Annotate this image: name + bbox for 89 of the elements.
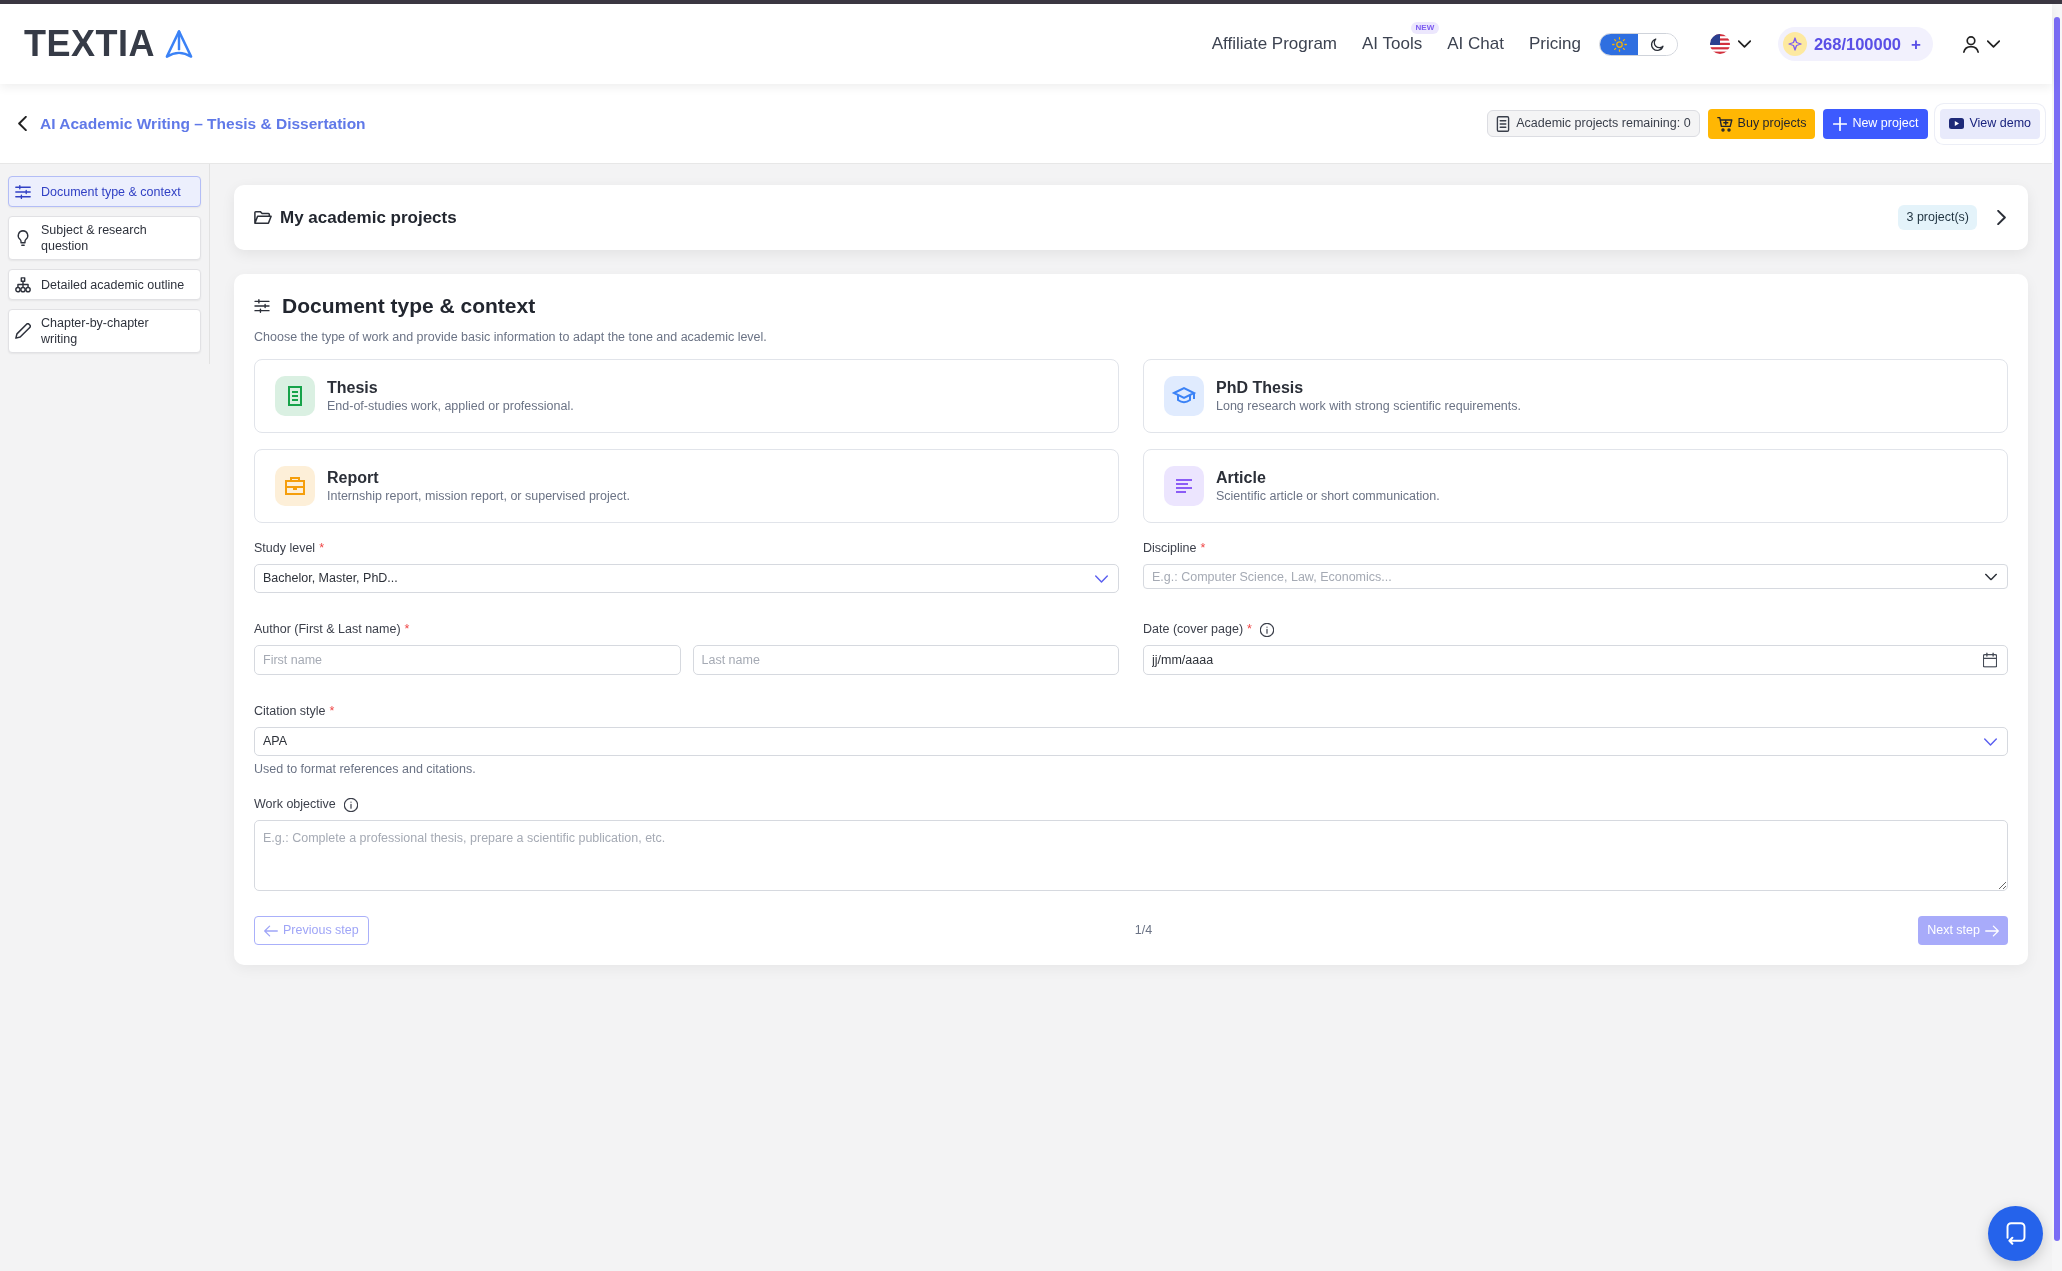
field-label: Citation style — [254, 704, 326, 719]
option-title: Report — [327, 468, 380, 487]
chevron-down-icon — [1984, 737, 1997, 746]
option-title: Thesis — [327, 378, 379, 397]
chevron-down-icon — [1095, 574, 1108, 583]
dropdown-field[interactable]: E.g.: Computer Science, Law, Economics... — [1143, 564, 2008, 589]
step-nav-item[interactable]: Subject & research question — [8, 216, 201, 260]
select-field[interactable]: Bachelor, Master, PhD... — [254, 564, 1119, 593]
field-label: Work objective — [254, 797, 336, 812]
arrow-right-icon — [1985, 924, 1999, 937]
caret-icon — [1987, 40, 2000, 48]
chat-icon — [2004, 1222, 2027, 1245]
sliders-icon — [254, 299, 270, 313]
plus-icon — [1833, 116, 1848, 131]
field-label: Discipline — [1143, 541, 1197, 556]
logo-text: TEXTIA — [24, 26, 155, 62]
project-count-badge: 3 project(s) — [1898, 205, 1977, 230]
graduation-cap-icon — [1164, 376, 1204, 416]
required-mark: * — [404, 622, 410, 637]
flag-icon — [1709, 34, 1730, 54]
option-description: Scientific article or short communication. — [1216, 489, 1440, 504]
arrow-left-icon — [264, 924, 278, 937]
user-icon — [1963, 35, 1979, 53]
remaining-text: Academic projects remaining: 0 — [1516, 115, 1691, 133]
step-nav-item[interactable]: Chapter-by-chapter writing — [8, 309, 201, 353]
document-type-card[interactable]: Report Internship report, mission report, or supervised project. — [254, 449, 1119, 523]
document-type-card[interactable]: Article Scientific article or short communication. — [1143, 449, 2008, 523]
chevron-right-icon[interactable] — [1997, 210, 2006, 225]
credits-count: 268/100000 — [1813, 33, 1902, 55]
page-title: AI Academic Writing – Thesis & Dissertation — [40, 113, 366, 134]
required-mark: * — [319, 541, 325, 556]
textarea-field[interactable]: E.g.: Complete a professional thesis, prepare a scientific publication, etc. — [254, 820, 2008, 891]
nav-link[interactable]: AI Tools — [1362, 33, 1423, 53]
pencil-icon — [15, 323, 31, 339]
text-lines-icon — [1164, 466, 1204, 506]
nav-link[interactable]: Pricing — [1528, 33, 1581, 53]
document-type-card[interactable]: Thesis End-of-studies work, applied or professional. — [254, 359, 1119, 433]
step-nav-item[interactable]: Document type & context — [8, 176, 201, 207]
chat-button[interactable] — [1988, 1206, 2043, 1261]
option-title: PhD Thesis — [1216, 378, 1305, 397]
section-description: Choose the type of work and provide basic information to adapt the tone and academic level. — [254, 330, 768, 345]
help-text: Used to format references and citations. — [254, 762, 477, 777]
date-field[interactable]: jj/mm/aaaa — [1143, 645, 2008, 675]
field-label: Study level — [254, 541, 316, 556]
chevron-down-icon — [1985, 573, 1997, 580]
sun-icon — [1611, 36, 1627, 52]
caret-icon — [1737, 40, 1751, 48]
required-mark: * — [1247, 622, 1252, 637]
theme-toggle[interactable] — [1598, 32, 1678, 56]
text-input[interactable]: First name — [254, 645, 681, 675]
option-description: Internship report, mission report, or supervised project. — [327, 489, 630, 504]
option-description: End-of-studies work, applied or professional. — [327, 399, 574, 414]
lightbulb-icon — [15, 230, 31, 246]
nav-link[interactable]: Affiliate Program — [1211, 33, 1338, 53]
sparkle-icon — [1782, 32, 1807, 56]
panel-title: My academic projects — [280, 206, 457, 229]
scrollbar-thumb[interactable] — [2054, 17, 2060, 1241]
moon-icon — [1650, 36, 1666, 52]
language-button[interactable] — [1709, 34, 1751, 54]
required-mark: * — [329, 704, 335, 719]
document-type-card[interactable]: PhD Thesis Long research work with strong scientific requirements. — [1143, 359, 2008, 433]
required-mark: * — [1200, 541, 1206, 556]
field-label: Date (cover page) — [1143, 622, 1244, 637]
briefcase-icon — [275, 466, 315, 506]
step-counter: 1/4 — [1134, 922, 1153, 940]
cart-icon — [1716, 115, 1733, 132]
calendar-icon — [1983, 652, 1997, 668]
folder-icon — [254, 210, 272, 225]
section-title: Document type & context — [282, 294, 536, 318]
field-label: Author (First & Last name) — [254, 622, 401, 637]
light-mode-button[interactable] — [1599, 33, 1639, 55]
chevron-left-icon — [18, 116, 27, 131]
add-credits-button[interactable]: + — [1908, 35, 1921, 53]
option-description: Long research work with strong scientific requirements. — [1216, 399, 1521, 414]
nav-link[interactable]: AI Chat — [1447, 33, 1504, 53]
account-button[interactable] — [1963, 35, 2000, 53]
sliders-icon — [15, 183, 31, 200]
text-input[interactable]: Last name — [692, 645, 1119, 675]
new-project-button[interactable]: New project — [1823, 108, 1929, 139]
new-badge: NEW — [1410, 21, 1440, 34]
hierarchy-icon — [15, 276, 31, 293]
buy-projects-button[interactable]: Buy projects — [1707, 108, 1816, 139]
step-nav-item[interactable]: Detailed academic outline — [8, 269, 201, 300]
book-icon — [275, 376, 315, 416]
option-title: Article — [1216, 468, 1267, 487]
video-icon — [1949, 118, 1965, 129]
logo-icon — [165, 29, 193, 59]
document-icon — [1496, 115, 1511, 132]
select-field[interactable]: APA — [254, 727, 2008, 756]
